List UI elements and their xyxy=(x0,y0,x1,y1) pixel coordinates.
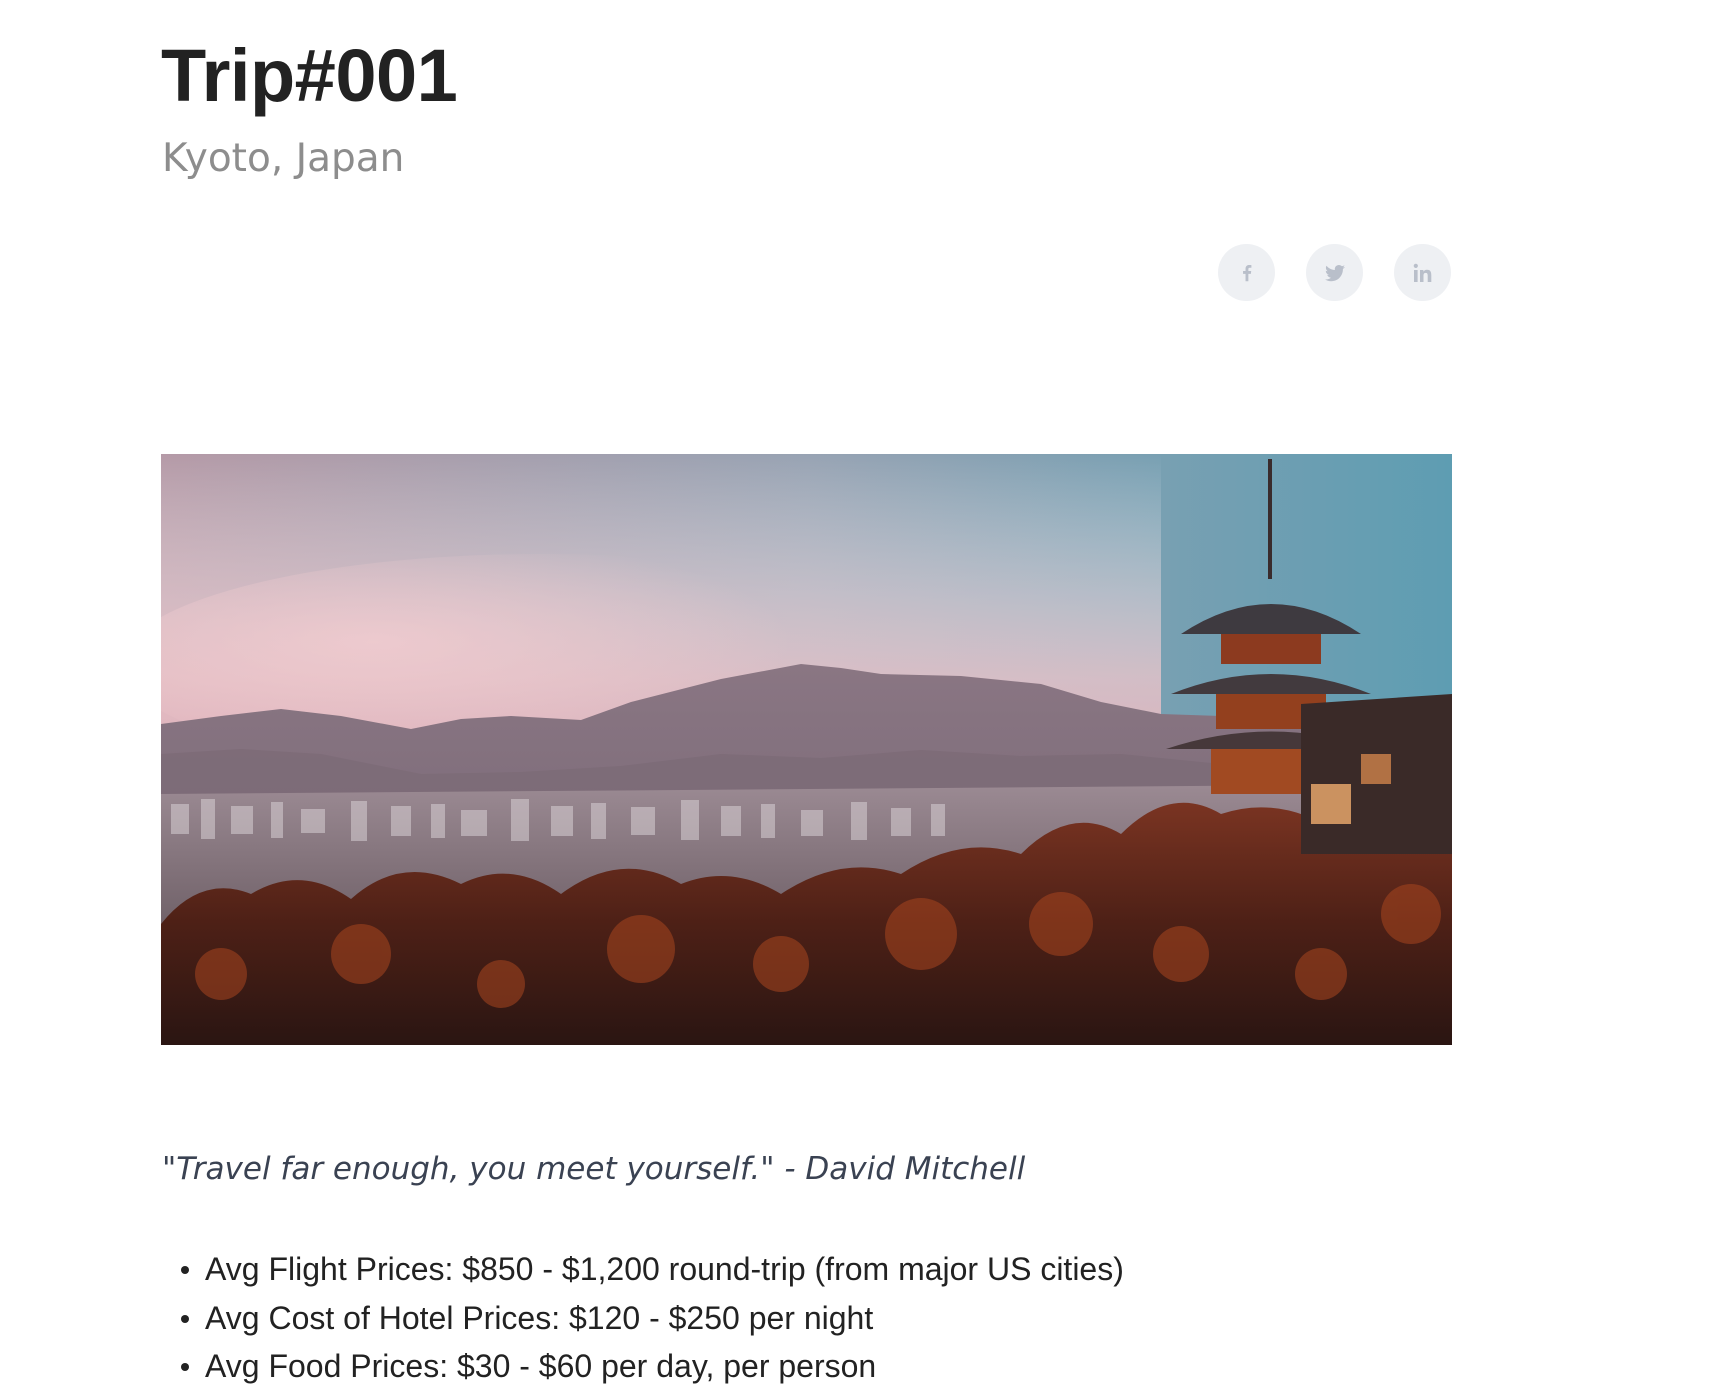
page-title: Trip#001 xyxy=(161,34,458,117)
kyoto-pagoda-photo xyxy=(161,454,1452,1045)
list-item: Avg Cost of Hotel Prices: $120 - $250 pe… xyxy=(181,1294,1124,1343)
list-item: Avg Flight Prices: $850 - $1,200 round-t… xyxy=(181,1245,1124,1294)
share-twitter-button[interactable] xyxy=(1306,244,1363,301)
landscape-photo-illustration xyxy=(161,454,1452,1045)
fact-text-food: Avg Food Prices: $30 - $60 per day, per … xyxy=(205,1348,877,1384)
fact-text-flight: Avg Flight Prices: $850 - $1,200 round-t… xyxy=(205,1251,1124,1287)
list-item: Avg Food Prices: $30 - $60 per day, per … xyxy=(181,1342,1124,1391)
travel-quote: "Travel far enough, you meet yourself." … xyxy=(162,1151,1026,1187)
share-linkedin-button[interactable] xyxy=(1394,244,1451,301)
bullet-icon xyxy=(181,1266,189,1274)
bullet-icon xyxy=(181,1363,189,1371)
twitter-icon xyxy=(1324,264,1345,281)
facebook-icon xyxy=(1242,264,1251,281)
bullet-icon xyxy=(181,1314,189,1323)
trip-cost-facts: Avg Flight Prices: $850 - $1,200 round-t… xyxy=(161,1245,1124,1391)
fact-text-hotel: Avg Cost of Hotel Prices: $120 - $250 pe… xyxy=(205,1299,874,1336)
location-subtitle: Kyoto, Japan xyxy=(162,136,405,181)
social-share-bar xyxy=(1218,244,1451,301)
linkedin-icon xyxy=(1413,263,1431,282)
share-facebook-button[interactable] xyxy=(1218,244,1275,301)
